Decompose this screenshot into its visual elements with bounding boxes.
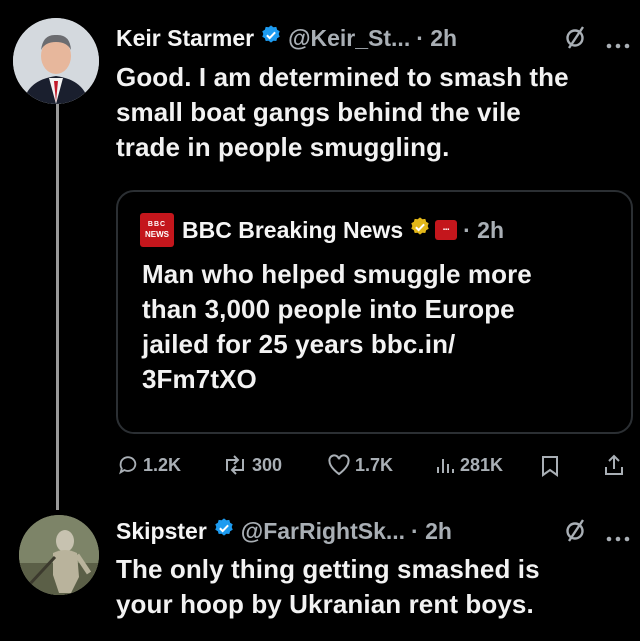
tweet-text-line: small boat gangs behind the vile bbox=[116, 97, 521, 127]
heart-icon bbox=[328, 454, 350, 476]
grok-icon[interactable] bbox=[564, 517, 588, 548]
reply-icon bbox=[119, 456, 137, 475]
quoted-tweet-time[interactable]: · 2h bbox=[463, 217, 504, 244]
tweet-header: Keir Starmer @Keir_St... · 2h bbox=[116, 22, 457, 54]
views-count: 281K bbox=[460, 454, 504, 475]
quoted-text-line: Man who helped smuggle more bbox=[142, 259, 532, 289]
reply-header: Skipster @FarRightSk... · 2h bbox=[116, 515, 452, 547]
bookmark-icon[interactable] bbox=[541, 455, 559, 482]
quoted-tweet-text: Man who helped smuggle more than 3,000 p… bbox=[142, 257, 622, 397]
bbc-news-avatar-icon[interactable]: BBC NEWS bbox=[140, 213, 174, 247]
quoted-text-line: jailed for 25 years bbc.in/ bbox=[142, 329, 456, 359]
author-name[interactable]: Keir Starmer bbox=[116, 25, 254, 52]
repost-count: 300 bbox=[252, 454, 283, 475]
author-avatar[interactable] bbox=[13, 18, 99, 104]
more-options-icon[interactable] bbox=[606, 36, 630, 54]
more-options-icon[interactable] bbox=[606, 529, 630, 547]
reply-text: The only thing getting smashed is your h… bbox=[116, 552, 636, 622]
grok-icon[interactable] bbox=[564, 24, 588, 55]
author-handle[interactable]: @Keir_St... bbox=[288, 25, 410, 52]
reply-author-handle[interactable]: @FarRightSk... bbox=[241, 518, 405, 545]
quoted-text-line: 3Fm7tXO bbox=[142, 364, 257, 394]
repost-button[interactable]: 300 bbox=[222, 454, 282, 476]
quoted-tweet-header: BBC Breaking News ▪▪▪ · 2h bbox=[182, 214, 504, 246]
thread-connector-line bbox=[56, 98, 59, 510]
like-button[interactable]: 1.7K bbox=[327, 454, 393, 476]
reply-time[interactable]: · 2h bbox=[411, 518, 452, 545]
tweet-text-line: trade in people smuggling. bbox=[116, 132, 450, 162]
tweet-time[interactable]: · 2h bbox=[416, 25, 457, 52]
verified-badge-icon bbox=[260, 24, 282, 52]
views-chart-icon bbox=[437, 459, 454, 473]
verified-badge-icon bbox=[213, 517, 235, 545]
reply-author-name[interactable]: Skipster bbox=[116, 518, 207, 545]
reply-text-line: your hoop by Ukranian rent boys. bbox=[116, 589, 534, 619]
share-icon[interactable] bbox=[603, 453, 625, 482]
affiliate-bbc-icon: ▪▪▪ bbox=[435, 220, 458, 240]
reply-text-line: The only thing getting smashed is bbox=[116, 554, 540, 584]
quoted-author-name[interactable]: BBC Breaking News bbox=[182, 217, 403, 244]
tweet-text-line: Good. I am determined to smash the bbox=[116, 62, 569, 92]
reply-author-avatar[interactable] bbox=[19, 515, 99, 595]
repost-icon bbox=[226, 455, 244, 475]
like-count: 1.7K bbox=[355, 454, 394, 475]
reply-count: 1.2K bbox=[143, 454, 182, 475]
tweet-text: Good. I am determined to smash the small… bbox=[116, 60, 636, 165]
reply-button[interactable]: 1.2K bbox=[117, 454, 181, 476]
quoted-text-line: than 3,000 people into Europe bbox=[142, 294, 515, 324]
views-button[interactable]: 281K bbox=[434, 454, 503, 476]
verified-org-badge-icon bbox=[409, 216, 431, 244]
